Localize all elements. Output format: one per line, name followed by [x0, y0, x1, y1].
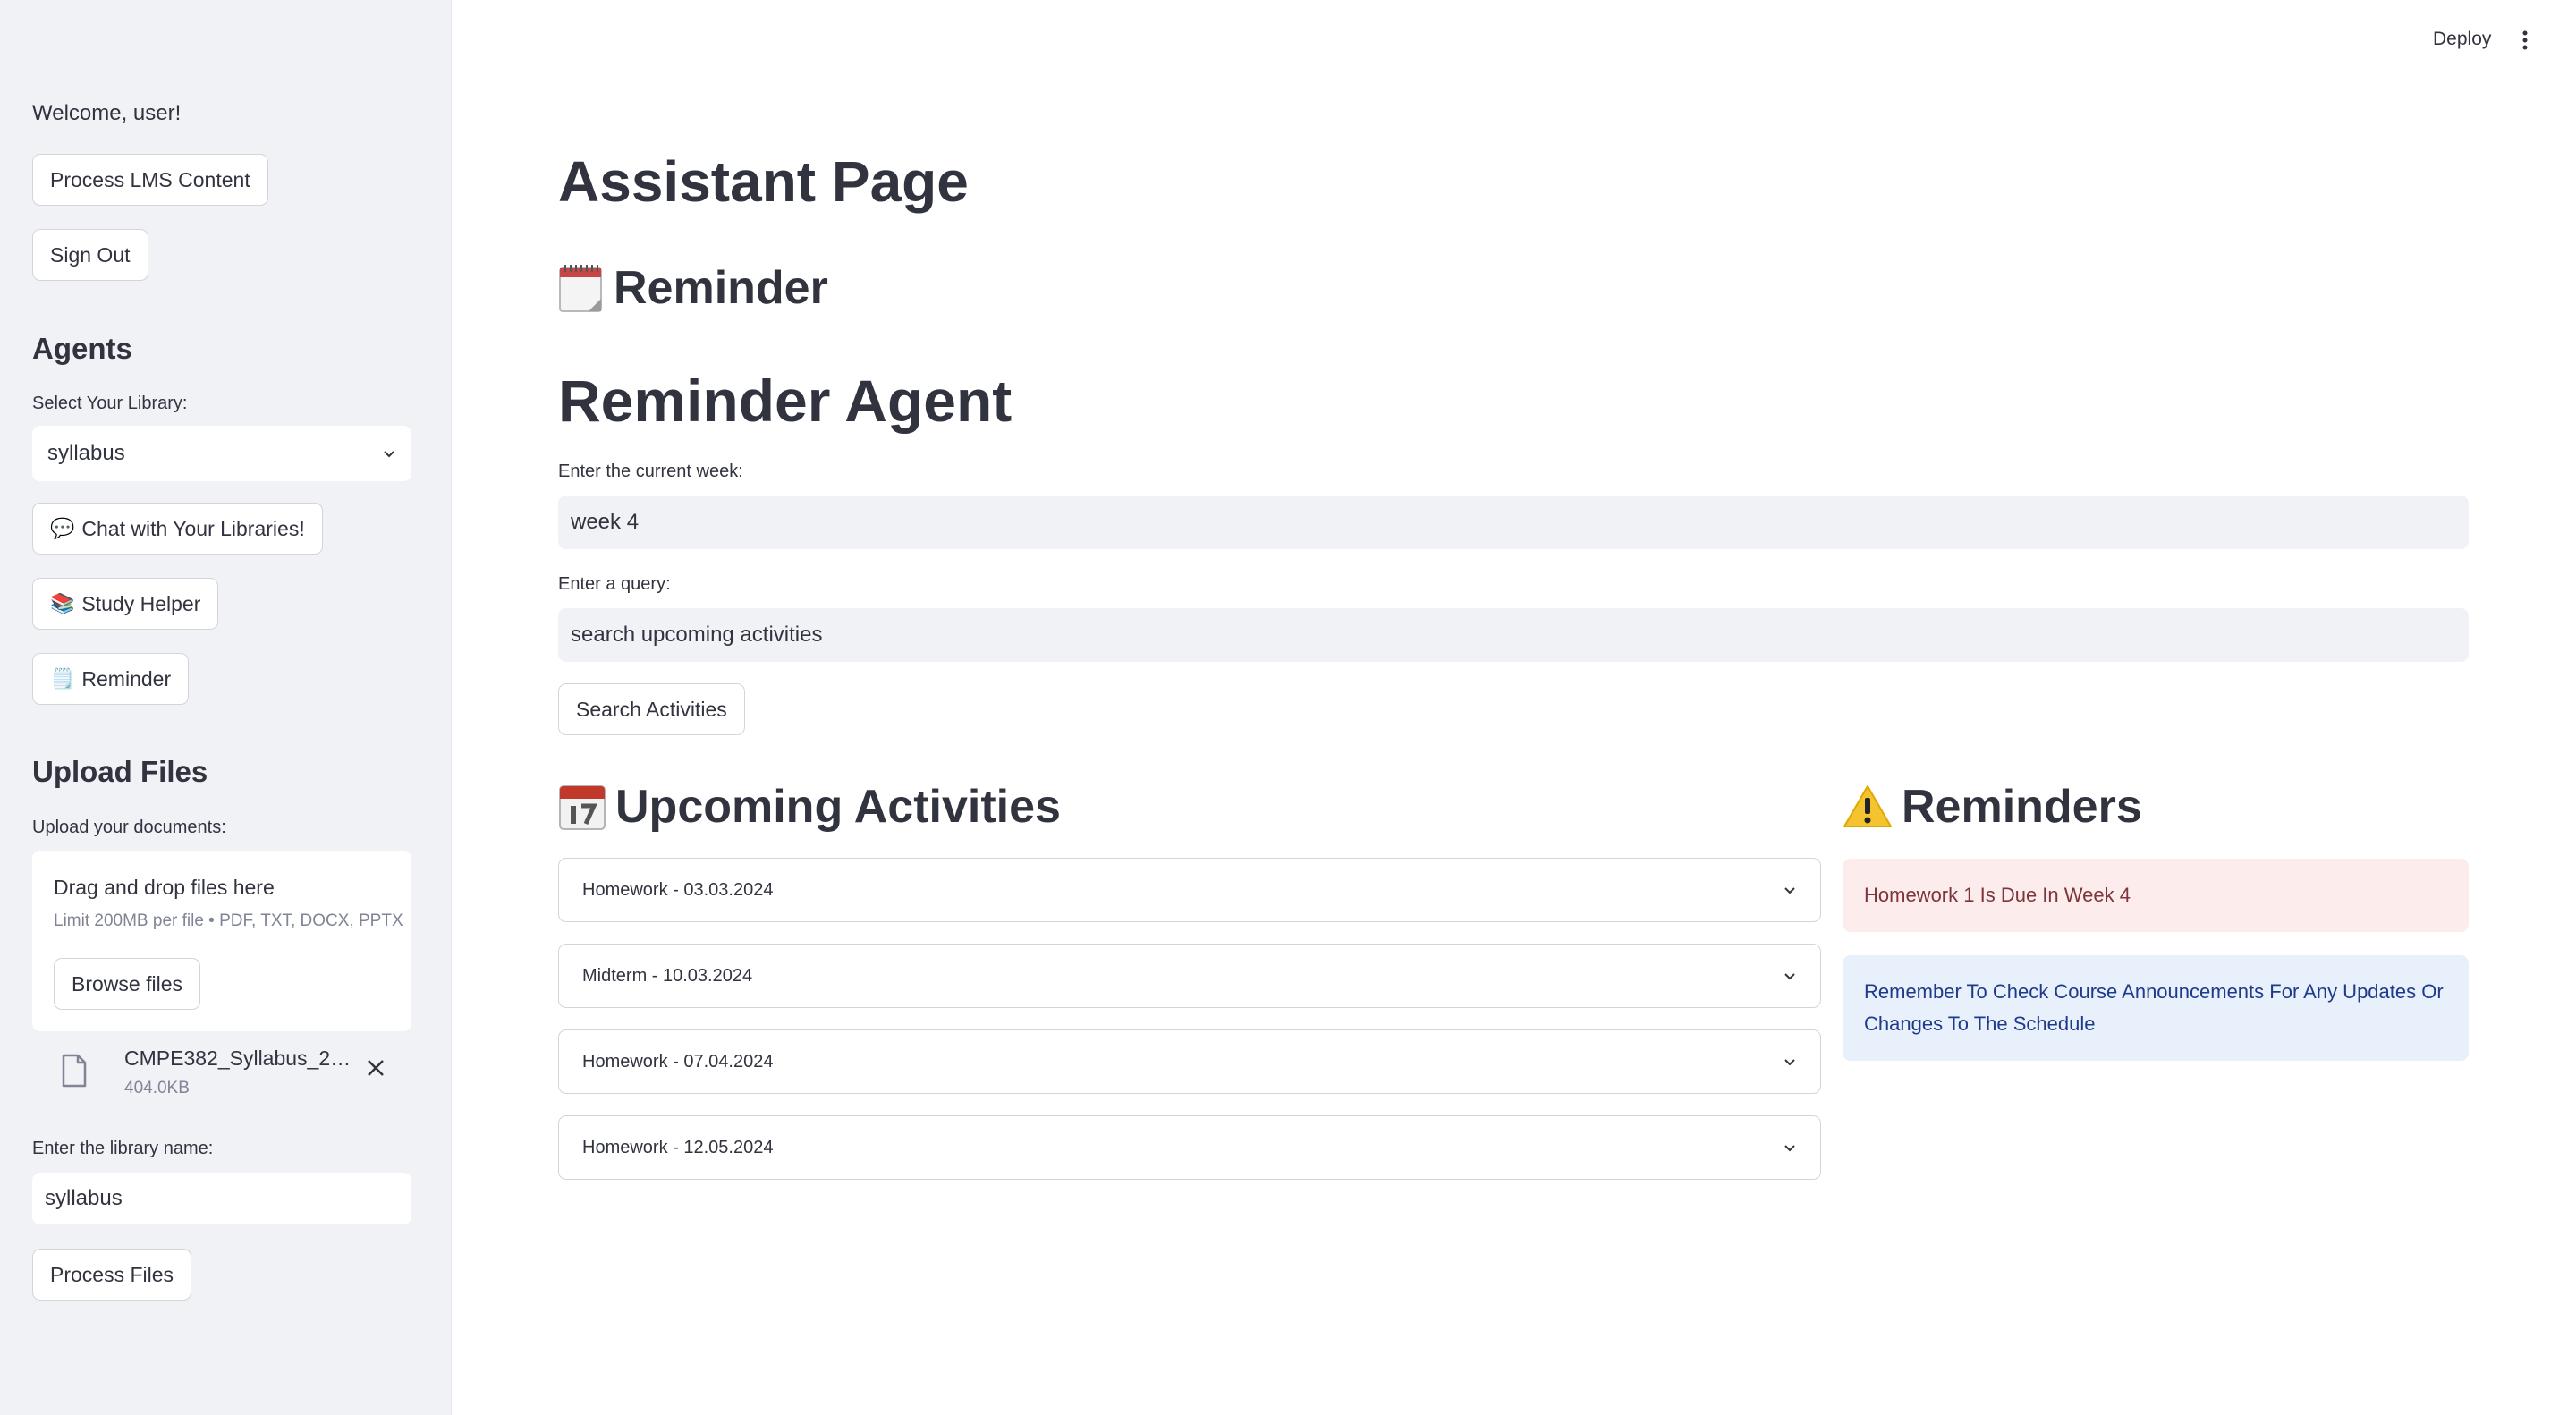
reminder-button[interactable]: 🗒️ Reminder: [32, 653, 190, 705]
search-activities-label: Search Activities: [576, 697, 727, 721]
chevron-down-icon: [1784, 973, 1795, 980]
library-name-label: Enter the library name:: [32, 1139, 214, 1158]
activity-expander[interactable]: Homework - 03.03.2024: [558, 858, 1821, 922]
library-select[interactable]: syllabus: [32, 426, 411, 481]
library-select-value: syllabus: [47, 441, 125, 465]
page-title: Assistant Page: [558, 149, 969, 214]
welcome-text: Welcome, user!: [32, 101, 182, 125]
deploy-button[interactable]: Deploy: [2433, 29, 2491, 50]
activity-title: Homework - 07.04.2024: [582, 1051, 774, 1072]
file-dropzone[interactable]: Drag and drop files here Limit 200MB per…: [32, 851, 411, 1031]
sidebar: Welcome, user! Process LMS Content Sign …: [0, 0, 452, 1415]
chevron-down-icon: [1784, 887, 1795, 894]
reminder-alert-text: Remember To Check Course Announcements F…: [1864, 980, 2444, 1035]
study-helper-button[interactable]: 📚 Study Helper: [32, 578, 219, 630]
library-name-input[interactable]: syllabus: [32, 1173, 411, 1224]
close-icon[interactable]: [365, 1057, 386, 1079]
reminders-heading-text: Reminders: [1902, 781, 2142, 833]
activity-title: Homework - 03.03.2024: [582, 879, 774, 900]
spiral-calendar-icon: 🗒️: [50, 667, 75, 691]
activity-title: Midterm - 10.03.2024: [582, 965, 753, 986]
activity-expander[interactable]: Homework - 07.04.2024: [558, 1029, 1821, 1094]
speech-bubble-icon: 💬: [50, 517, 75, 540]
sign-out-label: Sign Out: [50, 242, 131, 267]
process-files-label: Process Files: [50, 1262, 174, 1286]
chat-libraries-label: Chat with Your Libraries!: [81, 516, 305, 540]
dropzone-title: Drag and drop files here: [54, 876, 275, 899]
books-icon: 📚: [50, 592, 75, 615]
study-helper-label: Study Helper: [81, 591, 201, 615]
spiral-notepad-icon: [559, 265, 602, 312]
reminder-label: Reminder: [81, 666, 172, 691]
browse-files-button[interactable]: Browse files: [54, 958, 200, 1010]
chevron-down-icon: [1784, 1059, 1795, 1066]
chat-libraries-button[interactable]: 💬 Chat with Your Libraries!: [32, 503, 323, 555]
process-lms-button[interactable]: Process LMS Content: [32, 154, 268, 206]
uploaded-file: CMPE382_Syllabus_2024.pdf 404.0KB: [32, 1038, 411, 1109]
reminder-alert-info: Remember To Check Course Announcements F…: [1843, 955, 2469, 1061]
warning-icon: [1843, 785, 1892, 827]
chevron-down-icon: [384, 451, 394, 458]
upcoming-heading-text: Upcoming Activities: [615, 781, 1061, 833]
browse-files-label: Browse files: [72, 971, 182, 996]
query-label: Enter a query:: [558, 574, 671, 594]
sign-out-button[interactable]: Sign Out: [32, 229, 148, 281]
week-label: Enter the current week:: [558, 462, 743, 481]
activity-expander[interactable]: Midterm - 10.03.2024: [558, 944, 1821, 1008]
agent-heading: Reminder Agent: [558, 368, 1013, 434]
chevron-down-icon: [1784, 1145, 1795, 1152]
search-activities-button[interactable]: Search Activities: [558, 683, 745, 735]
reminder-alert-text: Homework 1 Is Due In Week 4: [1864, 884, 2131, 906]
upload-heading: Upload Files: [32, 755, 208, 788]
kebab-menu-icon[interactable]: [2521, 27, 2529, 54]
dropzone-limit: Limit 200MB per file • PDF, TXT, DOCX, P…: [54, 911, 403, 930]
upload-label: Upload your documents:: [32, 818, 226, 837]
upcoming-heading: Upcoming Activities: [558, 780, 1061, 834]
process-files-button[interactable]: Process Files: [32, 1249, 192, 1301]
query-value: search upcoming activities: [571, 623, 823, 647]
agents-heading: Agents: [32, 332, 132, 365]
calendar-icon: [559, 785, 606, 830]
activity-title: Homework - 12.05.2024: [582, 1137, 774, 1157]
reminder-heading: Reminder: [558, 261, 828, 315]
week-value: week 4: [571, 510, 640, 534]
reminder-heading-text: Reminder: [614, 262, 828, 314]
activity-expander[interactable]: Homework - 12.05.2024: [558, 1115, 1821, 1180]
library-name-value: syllabus: [45, 1186, 123, 1210]
week-input[interactable]: week 4: [558, 496, 2469, 549]
file-icon: [62, 1054, 87, 1088]
process-lms-label: Process LMS Content: [50, 167, 250, 191]
reminder-alert-error: Homework 1 Is Due In Week 4: [1843, 859, 2469, 932]
file-size: 404.0KB: [124, 1079, 190, 1097]
reminders-heading: Reminders: [1843, 780, 2142, 834]
query-input[interactable]: search upcoming activities: [558, 608, 2469, 662]
library-select-label: Select Your Library:: [32, 394, 188, 413]
app-root: Welcome, user! Process LMS Content Sign …: [0, 0, 2576, 1415]
file-name: CMPE382_Syllabus_2024.pdf: [124, 1046, 359, 1070]
